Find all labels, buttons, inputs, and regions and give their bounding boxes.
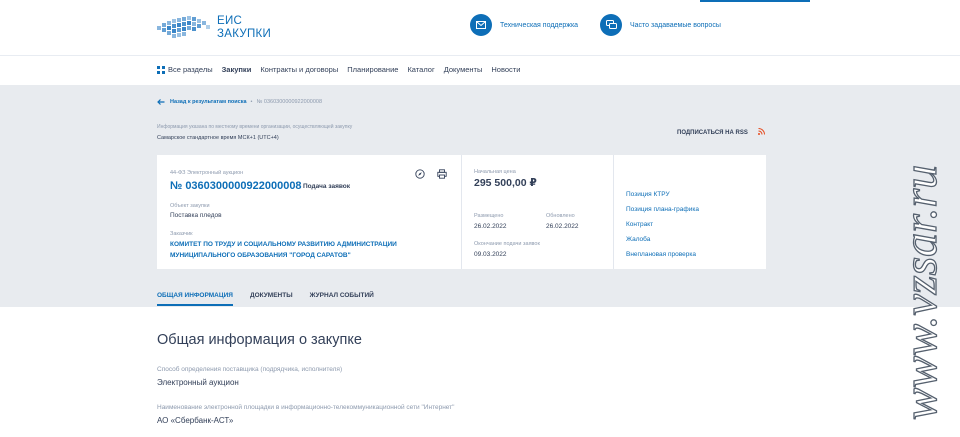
nav-item-planning[interactable]: Планирование (347, 65, 398, 74)
posted-value: 26.02.2022 (474, 223, 507, 230)
platform-value: АО «Сбербанк-АСТ» (157, 416, 234, 425)
complaint-link[interactable]: Жалоба (626, 236, 650, 243)
top-header: ЕИС ЗАКУПКИ Техническая поддержка Часто … (0, 0, 960, 55)
watermark-text: www.vzsar.ru (894, 165, 947, 420)
ktru-position-link[interactable]: Позиция КТРУ (626, 191, 670, 198)
updated-label: Обновлено (546, 213, 575, 219)
nav-item-documents[interactable]: Документы (444, 65, 483, 74)
back-to-results-link[interactable]: Назад к результатам поиска (170, 99, 247, 105)
method-label: Способ определения поставщика (подрядчик… (157, 366, 343, 373)
column-divider (613, 155, 614, 269)
procurement-number[interactable]: № 0360300000922000008 (170, 180, 302, 192)
print-icon[interactable] (437, 169, 447, 179)
site-watermark: www.vzsar.ru (893, 164, 947, 420)
russia-map-logo-icon (157, 16, 210, 38)
nav-item-news[interactable]: Новости (491, 65, 520, 74)
tab-event-log[interactable]: ЖУРНАЛ СОБЫТИЙ (310, 292, 374, 299)
posted-label: Размещено (474, 213, 504, 219)
customer-label: Заказчик (170, 231, 193, 237)
header-accent-line (700, 0, 810, 2)
section-title: Общая информация о закупке (157, 332, 362, 348)
object-label: Объект закупки (170, 203, 210, 209)
nav-item-all-sections[interactable]: Все разделы (157, 65, 213, 74)
breadcrumb-current: № 0360300000922000008 (256, 99, 323, 105)
updated-value: 26.02.2022 (546, 223, 579, 230)
logo-line-1: ЕИС (217, 15, 243, 27)
unscheduled-inspection-link[interactable]: Внеплановая проверка (626, 251, 696, 258)
compass-icon[interactable] (415, 169, 425, 179)
tab-documents[interactable]: ДОКУМЕНТЫ (250, 292, 293, 299)
faq-link[interactable]: Часто задаваемые вопросы (600, 14, 721, 36)
grid-icon (157, 65, 165, 74)
object-value: Поставка пледов (170, 212, 222, 219)
price-value: 295 500,00 ₽ (474, 177, 537, 189)
platform-label: Наименование электронной площадки в инфо… (157, 404, 455, 411)
detail-tabs: ОБЩАЯ ИНФОРМАЦИЯ ДОКУМЕНТЫ ЖУРНАЛ СОБЫТИ… (157, 292, 391, 306)
deadline-value: 09.03.2022 (474, 251, 507, 258)
column-divider (461, 155, 462, 269)
contract-link[interactable]: Контракт (626, 221, 653, 228)
tech-support-label: Техническая поддержка (500, 21, 579, 29)
rss-subscribe-link[interactable]: ПОДПИСАТЬСЯ НА RSS (677, 128, 765, 137)
customer-link[interactable]: КОМИТЕТ ПО ТРУДУ И СОЦИАЛЬНОМУ РАЗВИТИЮ … (170, 240, 440, 261)
nav-item-catalog[interactable]: Каталог (407, 65, 434, 74)
arrow-left-icon[interactable] (157, 99, 165, 105)
breadcrumb: Назад к результатам поиска • № 036030000… (157, 99, 322, 105)
nav-item-contracts[interactable]: Контракты и договоры (260, 65, 338, 74)
main-nav: Все разделы Закупки Контракты и договоры… (0, 55, 960, 85)
faq-label: Часто задаваемые вопросы (630, 21, 721, 29)
procurement-stage: Подача заявок (303, 183, 351, 190)
nav-item-procurements[interactable]: Закупки (222, 65, 252, 74)
method-value: Электронный аукцион (157, 378, 239, 387)
tech-support-link[interactable]: Техническая поддержка (470, 14, 578, 36)
nav-item-label: Все разделы (168, 65, 213, 74)
eis-logo[interactable]: ЕИС ЗАКУПКИ (157, 14, 271, 42)
timezone-value: Самарское стандартное время МСК+1 (UTC+4… (157, 135, 279, 141)
mail-icon (470, 14, 492, 36)
procurement-card: 44-ФЗ Электронный аукцион № 036030000092… (157, 155, 766, 269)
timezone-info: Информация указана по местному времени о… (157, 124, 353, 130)
law-type: 44-ФЗ Электронный аукцион (170, 170, 244, 176)
logo-text: ЕИС ЗАКУПКИ (217, 15, 271, 41)
tab-general-info[interactable]: ОБЩАЯ ИНФОРМАЦИЯ (157, 292, 233, 306)
plan-schedule-link[interactable]: Позиция плана-графика (626, 206, 699, 213)
breadcrumb-separator: • (250, 99, 253, 105)
rss-icon (757, 128, 765, 137)
rss-label: ПОДПИСАТЬСЯ НА RSS (677, 129, 748, 136)
price-label: Начальная цена (474, 169, 516, 175)
deadline-label: Окончание подачи заявок (474, 241, 540, 247)
faq-chat-icon (600, 14, 622, 36)
logo-line-2: ЗАКУПКИ (217, 28, 272, 40)
nav-items: Все разделы Закупки Контракты и договоры… (157, 65, 529, 74)
